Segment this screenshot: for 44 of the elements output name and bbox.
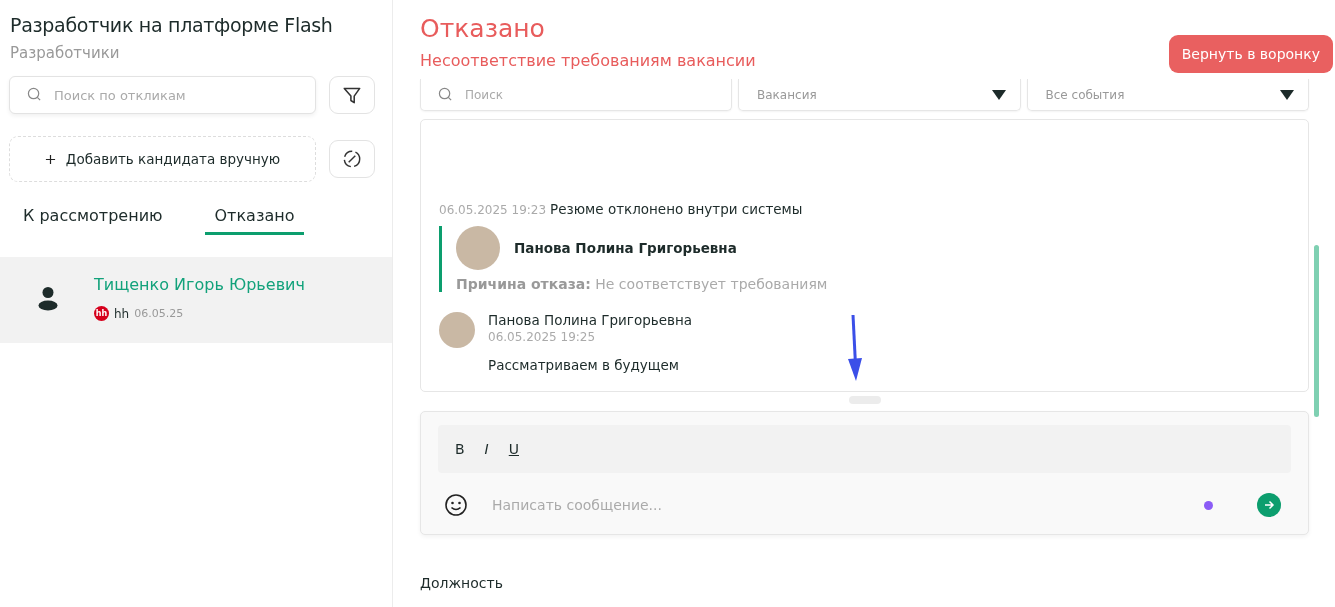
event-time: 06.05.2025 19:23 — [439, 203, 547, 217]
caret-icon — [991, 89, 1006, 100]
scrollbar[interactable] — [1314, 245, 1319, 417]
avatar-placeholder — [439, 312, 475, 348]
avatar-placeholder — [456, 226, 500, 270]
candidate-item[interactable]: Тищенко Игорь Юрьевич hh hh 06.05.25 — [0, 257, 392, 343]
comment-text: Рассматриваем в будущем — [488, 357, 681, 373]
candidate-name: Тищенко Игорь Юрьевич — [94, 275, 305, 294]
department-label: Разработчики — [10, 44, 121, 62]
indicator-dot — [1204, 500, 1213, 510]
link-icon — [341, 148, 363, 170]
status-reason: Несоответствие требованиям вакансии — [420, 51, 756, 70]
vacancy-title: Разработчик на платформе Flash — [10, 14, 334, 36]
smiley-icon — [444, 493, 468, 517]
comment-time: 06.05.2025 19:25 — [488, 330, 597, 344]
send-button[interactable] — [1257, 493, 1281, 517]
source-label: hh — [114, 306, 130, 321]
rejection-reason: Причина отказа: Не соответствует требованиям — [456, 276, 829, 292]
search-icon — [438, 87, 453, 102]
status-title: Отказано — [420, 14, 546, 43]
source-badge: hh — [94, 306, 109, 321]
section-label: Должность — [420, 575, 504, 591]
caret-icon — [1280, 89, 1294, 100]
search-field[interactable]: Поиск по откликам — [9, 76, 316, 114]
italic-button[interactable]: I — [481, 439, 492, 459]
plus-icon — [44, 153, 56, 165]
author-name: Панова Полина Григорьевна — [488, 312, 693, 328]
tab[interactable]: Отказано — [204, 202, 305, 235]
bold-button[interactable]: B — [452, 439, 468, 459]
message-input[interactable]: Написать сообщение... — [490, 496, 1182, 514]
search-icon — [27, 87, 42, 102]
arrow-drawing — [847, 313, 863, 383]
author-name: Панова Полина Григорьевна — [514, 240, 737, 256]
person-icon — [38, 285, 58, 311]
date-label: 06.05.25 — [134, 307, 184, 320]
add-candidate-button[interactable]: Добавить кандидата вручную — [9, 136, 316, 182]
search-field[interactable]: Поиск — [420, 79, 732, 111]
tab[interactable]: К рассмотрению — [13, 202, 173, 235]
link-button[interactable] — [329, 140, 375, 178]
emoji-button[interactable] — [444, 493, 468, 517]
event-text: Резюме отклонено внутри системы — [550, 201, 803, 217]
underline-button[interactable]: U — [505, 439, 522, 459]
arrow-right-icon — [1263, 499, 1275, 511]
filter-button[interactable] — [329, 76, 375, 114]
